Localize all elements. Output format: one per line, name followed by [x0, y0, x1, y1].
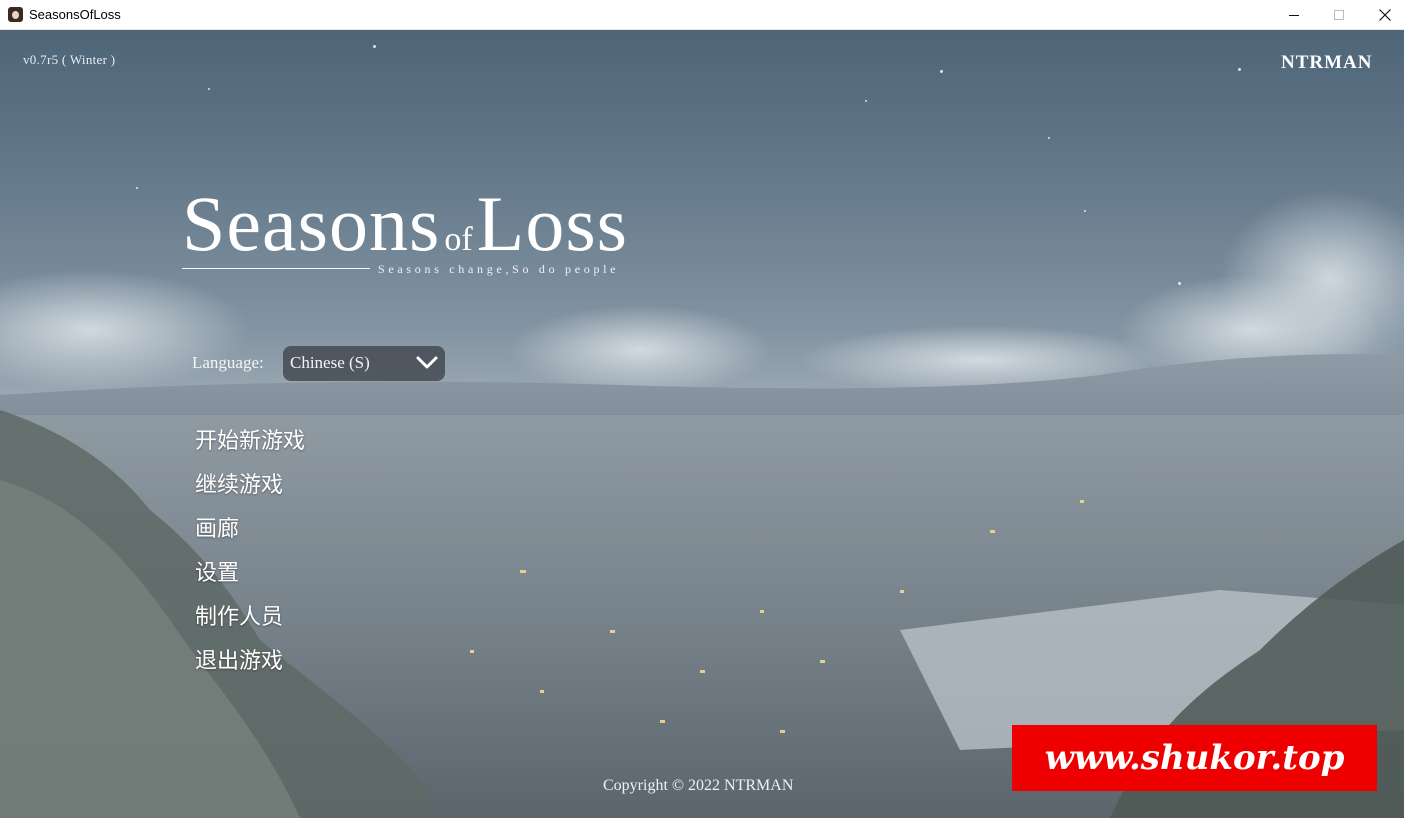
- title-subtitle: Seasons change,So do people: [378, 262, 620, 276]
- title-word-loss: Loss: [476, 180, 629, 267]
- close-button[interactable]: [1362, 0, 1404, 30]
- brand-logo: NTRMAN: [1281, 52, 1373, 73]
- snow-particle: [1238, 68, 1241, 71]
- snow-particle: [208, 88, 210, 90]
- language-label: Language:: [192, 353, 264, 372]
- title-word-of: of: [444, 221, 473, 258]
- snow-particle: [1048, 137, 1050, 139]
- watermark-banner: www.shukor.top: [1012, 725, 1377, 791]
- snow-particle: [865, 100, 867, 102]
- maximize-button[interactable]: [1316, 0, 1362, 30]
- minimize-icon: [1289, 14, 1299, 16]
- menu-credits[interactable]: 制作人员: [195, 599, 283, 631]
- close-icon: [1379, 9, 1391, 21]
- main-menu-scene: v0.7r5 ( Winter ) NTRMAN Seasons of Loss…: [0, 30, 1404, 818]
- minimize-button[interactable]: [1271, 0, 1317, 30]
- title-word-seasons: Seasons: [182, 180, 441, 267]
- snow-particle: [136, 187, 138, 189]
- version-label: v0.7r5 ( Winter ): [23, 52, 116, 67]
- snow-particle: [373, 45, 376, 48]
- menu-new-game[interactable]: 开始新游戏: [195, 423, 305, 455]
- snow-particle: [1084, 210, 1086, 212]
- menu-continue[interactable]: 继续游戏: [195, 467, 283, 499]
- game-title-logo: Seasons of Loss: [182, 178, 702, 270]
- menu-gallery[interactable]: 画廊: [195, 511, 239, 543]
- snow-particle: [940, 70, 943, 73]
- language-selected-value: Chinese (S): [290, 353, 370, 372]
- watermark-text: www.shukor.top: [1044, 738, 1345, 778]
- menu-settings[interactable]: 设置: [195, 555, 239, 587]
- window-title: SeasonsOfLoss: [29, 7, 121, 22]
- snow-particle: [1178, 282, 1181, 285]
- title-bar: SeasonsOfLoss: [0, 0, 1404, 30]
- chevron-down-icon[interactable]: [414, 353, 440, 373]
- title-divider: [182, 268, 370, 269]
- maximize-icon: [1334, 10, 1344, 20]
- copyright-text: Copyright © 2022 NTRMAN: [603, 777, 794, 794]
- menu-quit[interactable]: 退出游戏: [195, 643, 283, 675]
- app-icon: [8, 7, 23, 22]
